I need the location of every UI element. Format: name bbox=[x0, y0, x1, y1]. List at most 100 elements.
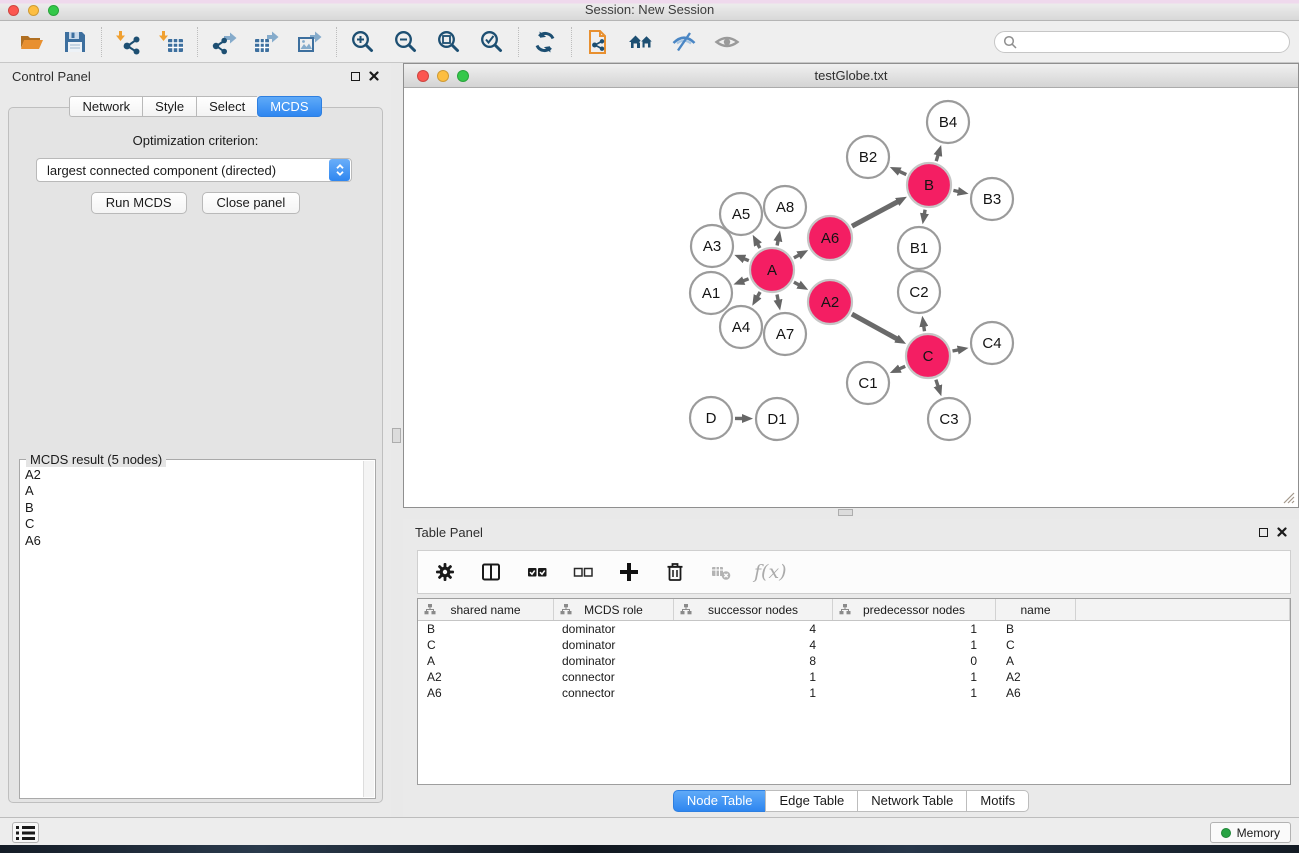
criterion-dropdown[interactable]: largest connected component (directed) bbox=[36, 158, 352, 182]
table-cell[interactable]: 4 bbox=[674, 637, 833, 653]
refresh-layout-icon[interactable] bbox=[532, 29, 558, 55]
save-session-icon[interactable] bbox=[62, 29, 88, 55]
result-scrollbar[interactable] bbox=[363, 461, 374, 797]
edge-A-A8[interactable] bbox=[777, 240, 778, 245]
column-header[interactable]: successor nodes bbox=[674, 599, 833, 620]
graph-node-A5[interactable]: A5 bbox=[720, 193, 762, 235]
table-row[interactable]: A6connector11A6 bbox=[418, 685, 1290, 701]
graph-node-C4[interactable]: C4 bbox=[971, 322, 1013, 364]
tab-style[interactable]: Style bbox=[142, 96, 196, 117]
mcds-list-item[interactable]: A bbox=[25, 483, 363, 499]
edge-A-A6[interactable] bbox=[794, 255, 800, 258]
graph-node-D[interactable]: D bbox=[690, 397, 732, 439]
zoom-out-icon[interactable] bbox=[393, 29, 419, 55]
edge-A-A1[interactable] bbox=[743, 279, 749, 281]
table-cell[interactable]: 1 bbox=[674, 669, 833, 685]
column-header[interactable]: predecessor nodes bbox=[833, 599, 996, 620]
task-history-button[interactable] bbox=[12, 822, 39, 843]
zoom-selected-icon[interactable] bbox=[479, 29, 505, 55]
table-cell[interactable]: A2 bbox=[996, 669, 1076, 685]
table-row[interactable]: Bdominator41B bbox=[418, 621, 1290, 637]
edge-A-A7[interactable] bbox=[777, 295, 778, 301]
table-row[interactable]: Cdominator41C bbox=[418, 637, 1290, 653]
graph-node-A8[interactable]: A8 bbox=[764, 186, 806, 228]
export-image-icon[interactable] bbox=[297, 29, 323, 55]
mcds-list-item[interactable]: A2 bbox=[25, 467, 363, 483]
table-cell[interactable]: A2 bbox=[418, 669, 554, 685]
home-icon[interactable] bbox=[628, 29, 654, 55]
graph-node-C2[interactable]: C2 bbox=[898, 271, 940, 313]
graph-node-A2[interactable]: A2 bbox=[808, 280, 852, 324]
graph-node-A7[interactable]: A7 bbox=[764, 313, 806, 355]
mcds-list-item[interactable]: A6 bbox=[25, 533, 363, 549]
zoom-network-button[interactable] bbox=[457, 70, 469, 82]
graph-node-A4[interactable]: A4 bbox=[720, 306, 762, 348]
table-cell[interactable]: B bbox=[418, 621, 554, 637]
table-cell[interactable]: A bbox=[996, 653, 1076, 669]
table-cell[interactable]: C bbox=[418, 637, 554, 653]
graph-node-B[interactable]: B bbox=[907, 163, 951, 207]
table-cell[interactable]: 1 bbox=[833, 637, 996, 653]
zoom-window-button[interactable] bbox=[48, 5, 59, 16]
edge-A-A3[interactable] bbox=[744, 259, 749, 261]
unselect-all-columns-icon[interactable] bbox=[570, 559, 596, 585]
graph-node-B1[interactable]: B1 bbox=[898, 227, 940, 269]
graph-node-B3[interactable]: B3 bbox=[971, 178, 1013, 220]
export-network-icon[interactable] bbox=[211, 29, 237, 55]
network-window-titlebar[interactable]: testGlobe.txt bbox=[404, 64, 1298, 88]
minimize-network-button[interactable] bbox=[437, 70, 449, 82]
column-header[interactable]: name bbox=[996, 599, 1076, 620]
network-canvas[interactable]: B4B2BB3A8A5A6A3B1AA1C2A2A4A7C4CC1C3DD1 bbox=[405, 89, 1298, 513]
table-cell[interactable]: 1 bbox=[674, 685, 833, 701]
show-columns-icon[interactable] bbox=[478, 559, 504, 585]
tab-network[interactable]: Network bbox=[69, 96, 142, 117]
table-cell[interactable]: connector bbox=[554, 669, 674, 685]
close-window-button[interactable] bbox=[8, 5, 19, 16]
graph-node-B2[interactable]: B2 bbox=[847, 136, 889, 178]
table-cell[interactable]: dominator bbox=[554, 621, 674, 637]
tab-edge-table[interactable]: Edge Table bbox=[765, 790, 857, 812]
tab-mcds[interactable]: MCDS bbox=[257, 96, 321, 117]
tab-node-table[interactable]: Node Table bbox=[673, 790, 766, 812]
run-mcds-button[interactable]: Run MCDS bbox=[91, 192, 187, 214]
close-panel-button[interactable]: Close panel bbox=[202, 192, 301, 214]
table-cell[interactable]: connector bbox=[554, 685, 674, 701]
splitter-handle[interactable] bbox=[392, 428, 401, 443]
search-field[interactable] bbox=[994, 31, 1290, 53]
edge-C-C3[interactable] bbox=[936, 380, 938, 387]
graph-node-C1[interactable]: C1 bbox=[847, 362, 889, 404]
import-network-icon[interactable] bbox=[115, 29, 141, 55]
graph-node-B4[interactable]: B4 bbox=[927, 101, 969, 143]
zoom-in-icon[interactable] bbox=[350, 29, 376, 55]
edge-A2-C[interactable] bbox=[852, 314, 897, 339]
table-cell[interactable]: dominator bbox=[554, 637, 674, 653]
float-panel-icon[interactable] bbox=[351, 72, 360, 81]
table-cell[interactable]: 8 bbox=[674, 653, 833, 669]
edge-C-C1[interactable] bbox=[899, 366, 905, 369]
edge-B-B2[interactable] bbox=[899, 171, 906, 174]
function-builder-fx-icon[interactable]: f(x) bbox=[754, 561, 787, 583]
resize-grip-icon[interactable] bbox=[1282, 491, 1296, 505]
table-row[interactable]: A2connector11A2 bbox=[418, 669, 1290, 685]
edge-B-B1[interactable] bbox=[924, 210, 925, 215]
vertical-splitter[interactable] bbox=[391, 63, 403, 817]
table-cell[interactable]: 0 bbox=[833, 653, 996, 669]
table-cell[interactable]: 4 bbox=[674, 621, 833, 637]
table-cell[interactable]: 1 bbox=[833, 669, 996, 685]
graph-node-C3[interactable]: C3 bbox=[928, 398, 970, 440]
hide-panels-eye-slash-icon[interactable] bbox=[671, 29, 697, 55]
network-graph[interactable]: B4B2BB3A8A5A6A3B1AA1C2A2A4A7C4CC1C3DD1 bbox=[405, 89, 1298, 508]
search-input[interactable] bbox=[1022, 35, 1281, 49]
graph-node-D1[interactable]: D1 bbox=[756, 398, 798, 440]
edge-B-B3[interactable] bbox=[953, 190, 958, 191]
edge-C-C4[interactable] bbox=[953, 350, 959, 351]
float-panel-icon[interactable] bbox=[1259, 528, 1268, 537]
table-cell[interactable]: 1 bbox=[833, 621, 996, 637]
column-header[interactable]: MCDS role bbox=[554, 599, 674, 620]
table-cell[interactable]: A6 bbox=[418, 685, 554, 701]
open-session-icon[interactable] bbox=[19, 29, 45, 55]
horizontal-splitter-handle[interactable] bbox=[838, 509, 853, 516]
edge-B-B4[interactable] bbox=[936, 155, 938, 162]
import-table-icon[interactable] bbox=[158, 29, 184, 55]
edge-A-A5[interactable] bbox=[758, 244, 760, 248]
